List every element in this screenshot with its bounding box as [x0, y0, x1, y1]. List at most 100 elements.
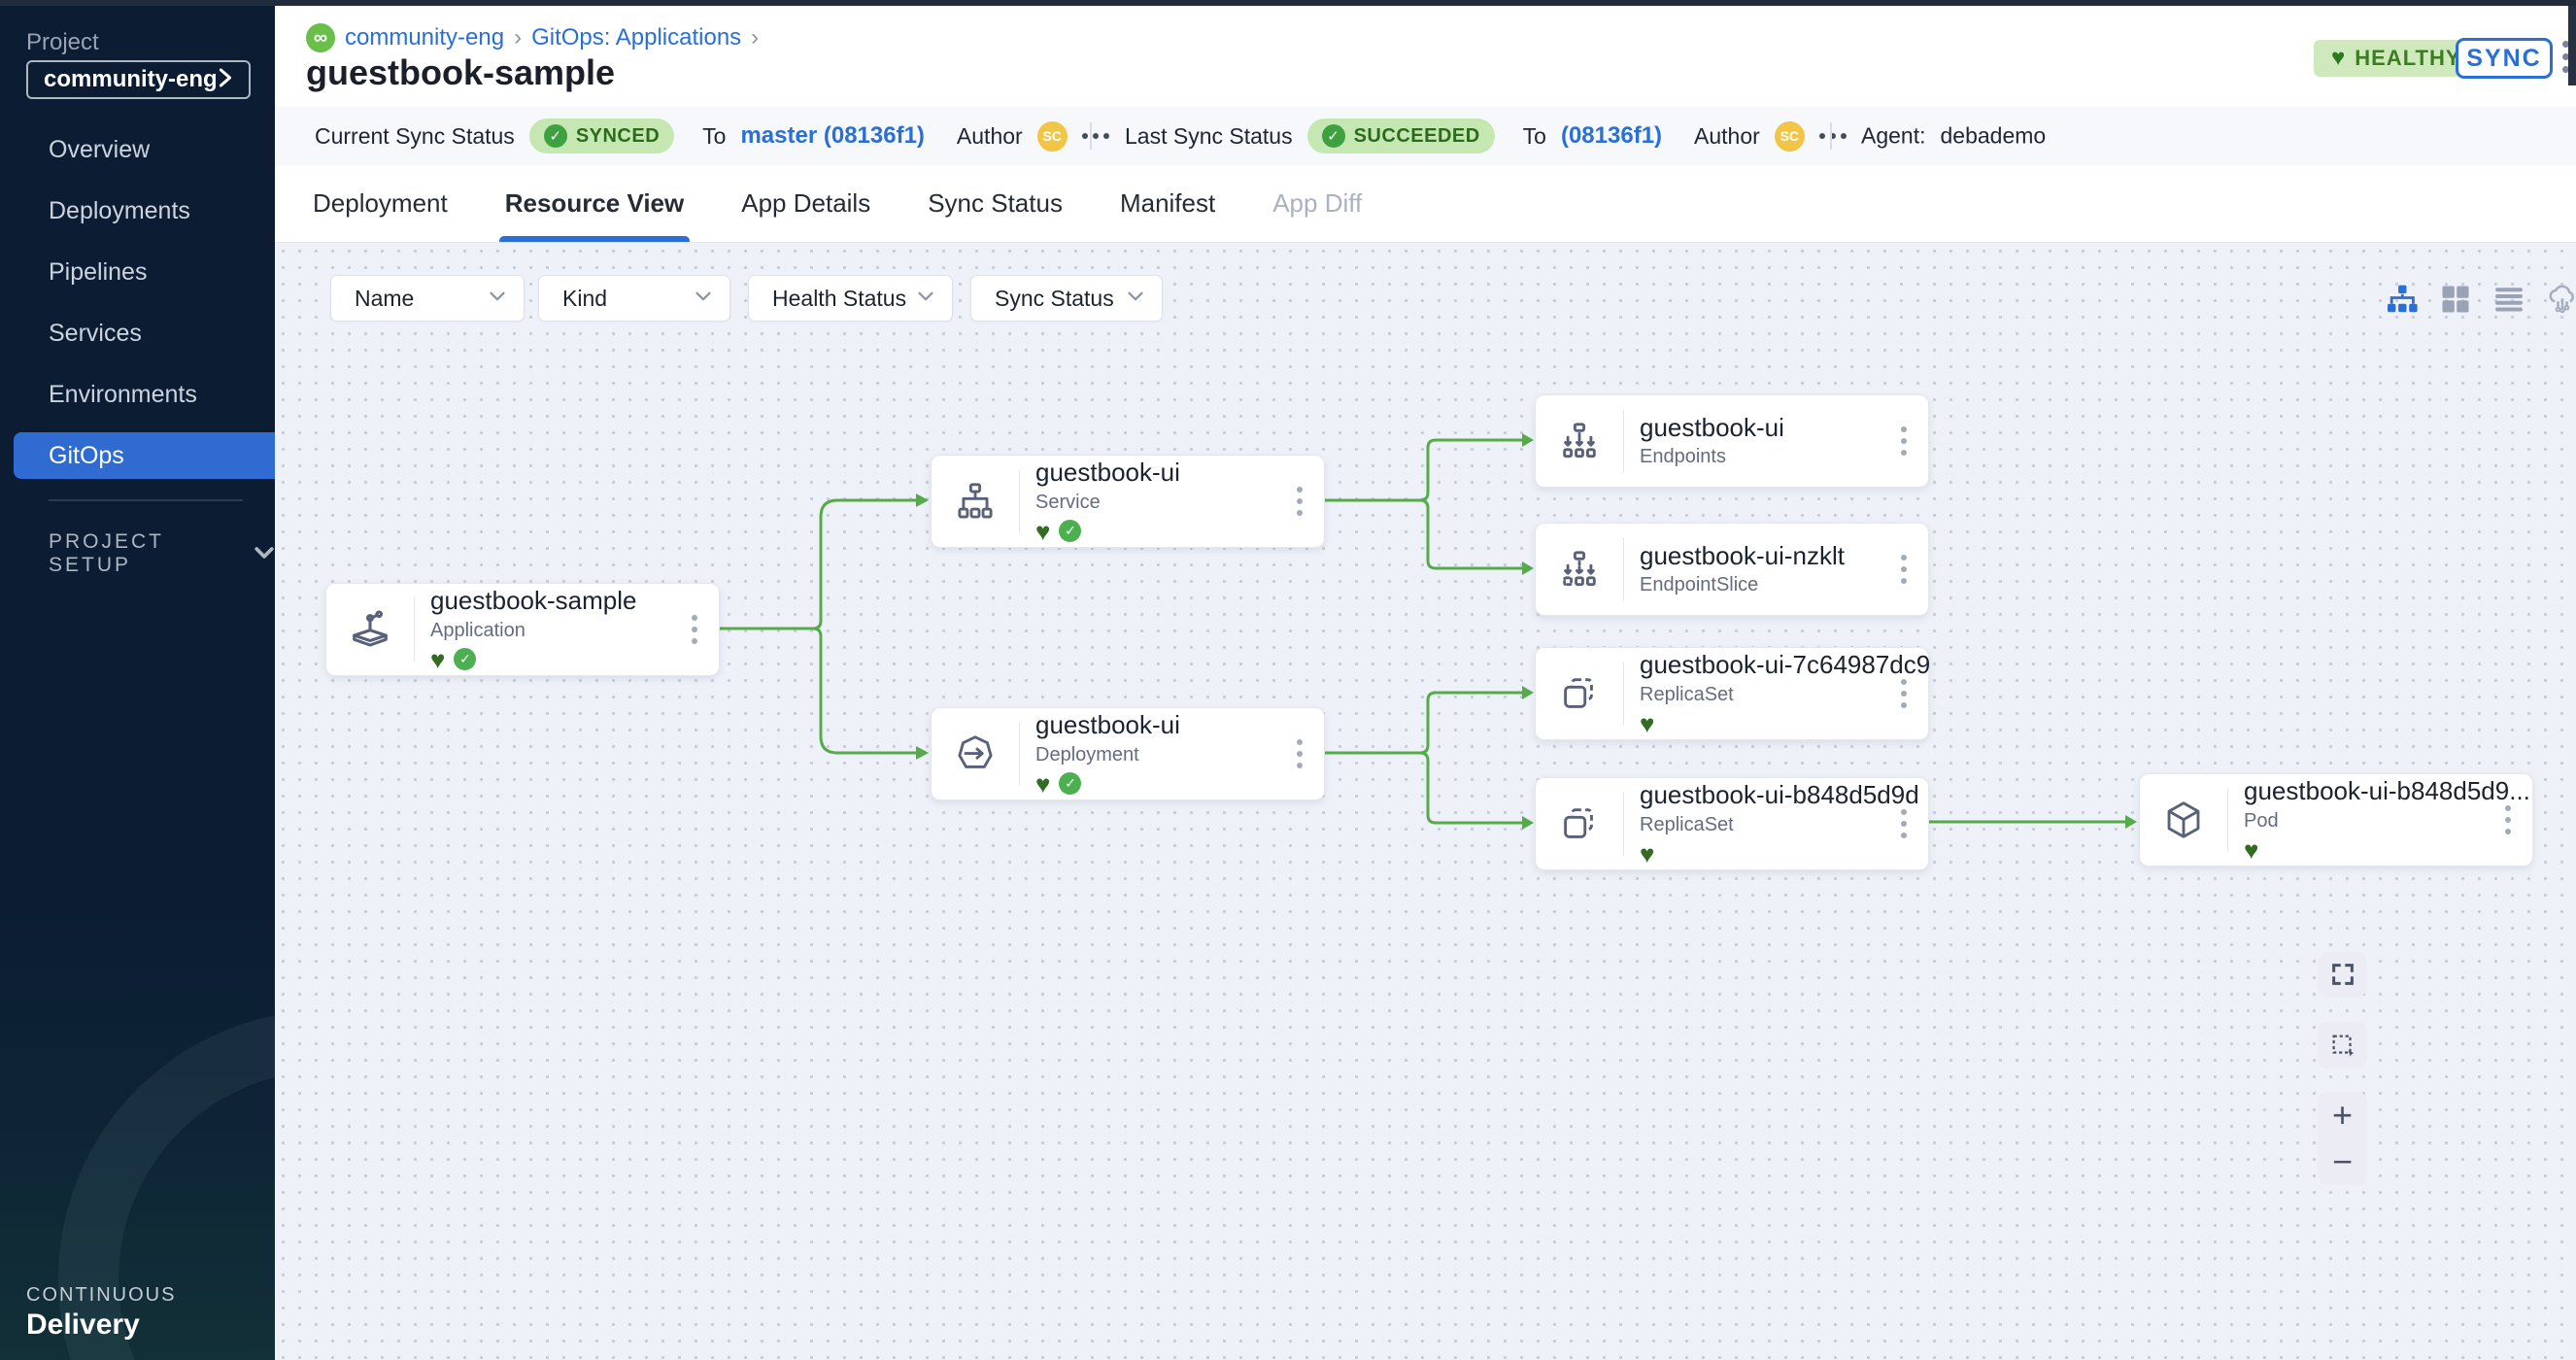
sidebar-item-overview[interactable]: Overview	[0, 126, 275, 173]
endpoints-icon	[1536, 419, 1623, 463]
current-revision-link[interactable]: master (08136f1)	[740, 122, 924, 150]
sidebar-item-gitops[interactable]: GitOps	[14, 432, 275, 479]
window-top-edge	[0, 0, 2576, 6]
health-filter-label: Health Status	[772, 286, 906, 312]
agent-label: Agent:	[1861, 123, 1926, 150]
node-replicaset-b848d5d9d[interactable]: guestbook-ui-b848d5d9d ReplicaSet ♥	[1535, 777, 1929, 870]
application-icon	[326, 607, 414, 652]
tab-sync-status[interactable]: Sync Status	[928, 165, 1063, 242]
project-label: Project	[26, 29, 99, 56]
node-application[interactable]: guestbook-sample Application ♥ ✓	[325, 583, 720, 676]
node-endpoints[interactable]: guestbook-ui Endpoints	[1535, 394, 1929, 488]
more-authors-button[interactable]	[1082, 133, 1109, 139]
node-replicaset-7c64987dc9[interactable]: guestbook-ui-7c64987dc9 ReplicaSet ♥	[1535, 647, 1929, 740]
select-region-button[interactable]	[2318, 1022, 2367, 1069]
resource-graph-canvas[interactable]: Name Kind Health Status Sync Status	[275, 243, 2576, 1360]
healthy-heart-icon: ♥	[1035, 519, 1050, 544]
node-deployment[interactable]: guestbook-ui Deployment ♥ ✓	[931, 707, 1325, 800]
last-revision-link[interactable]: (08136f1)	[1561, 122, 1662, 150]
marquee-select-icon	[2328, 1031, 2357, 1060]
sidebar: Project community-eng Overview Deploymen…	[0, 0, 275, 1360]
sync-filter-label: Sync Status	[995, 286, 1114, 312]
fullscreen-button[interactable]	[2318, 952, 2367, 997]
name-filter-dropdown[interactable]: Name	[330, 275, 525, 322]
vertical-scrollbar-thumb[interactable]	[2568, 6, 2576, 85]
chevron-down-icon	[489, 289, 506, 307]
health-status-filter-dropdown[interactable]: Health Status	[748, 275, 953, 322]
node-kind: ReplicaSet	[1640, 684, 1893, 706]
sidebar-item-environments[interactable]: Environments	[0, 371, 275, 418]
name-filter-label: Name	[355, 286, 414, 312]
current-sync-label: Current Sync Status	[315, 123, 515, 150]
grid-view-icon[interactable]	[2438, 282, 2473, 317]
project-setup-toggle[interactable]: PROJECT SETUP	[49, 530, 275, 577]
healthy-heart-icon: ♥	[1035, 771, 1050, 797]
sidebar-item-deployments[interactable]: Deployments	[0, 187, 275, 234]
node-menu-button[interactable]	[1893, 555, 1928, 584]
node-menu-button[interactable]	[1289, 739, 1324, 768]
node-menu-button[interactable]	[1289, 487, 1324, 516]
project-selector[interactable]: community-eng	[26, 60, 251, 99]
healthy-heart-icon: ♥	[430, 647, 445, 672]
agent-name: debademo	[1941, 123, 2047, 150]
node-kind: EndpointSlice	[1640, 574, 1893, 596]
node-service[interactable]: guestbook-ui Service ♥ ✓	[931, 455, 1325, 548]
node-menu-button[interactable]	[1893, 426, 1928, 456]
node-menu-button[interactable]	[1893, 679, 1928, 708]
sync-button[interactable]: SYNC	[2456, 38, 2553, 79]
tab-app-details[interactable]: App Details	[741, 165, 870, 242]
breadcrumb-project-link[interactable]: community-eng	[345, 24, 504, 51]
tab-manifest[interactable]: Manifest	[1120, 165, 1215, 242]
sidebar-item-services[interactable]: Services	[0, 310, 275, 357]
zoom-in-button[interactable]: +	[2332, 1098, 2353, 1133]
health-status-label: HEALTHY	[2355, 46, 2460, 71]
node-menu-button[interactable]	[684, 615, 719, 644]
node-pod[interactable]: guestbook-ui-b848d5d9... Pod ♥	[2139, 773, 2533, 867]
synced-check-icon: ✓	[1059, 520, 1081, 542]
succeeded-badge-label: SUCCEEDED	[1354, 125, 1480, 148]
node-title: guestbook-ui-b848d5d9d	[1640, 781, 1893, 810]
breadcrumb-separator: ›	[751, 24, 759, 51]
synced-check-icon: ✓	[1059, 772, 1081, 795]
sidebar-item-label: Overview	[49, 136, 150, 164]
sync-status-filter-dropdown[interactable]: Sync Status	[970, 275, 1163, 322]
pod-icon	[2140, 798, 2227, 842]
kind-filter-label: Kind	[562, 286, 607, 312]
node-menu-button[interactable]	[2497, 805, 2532, 834]
sidebar-item-label: Environments	[49, 381, 197, 409]
to-label: To	[702, 123, 726, 150]
more-authors-button[interactable]	[1819, 133, 1847, 139]
zoom-controls: + −	[2318, 1092, 2367, 1185]
chevron-down-icon	[695, 289, 712, 307]
author-label: Author	[957, 123, 1023, 150]
node-menu-button[interactable]	[1893, 809, 1928, 838]
health-status-badge: ♥ HEALTHY	[2314, 40, 2479, 77]
kind-filter-dropdown[interactable]: Kind	[538, 275, 730, 322]
chevron-down-icon	[1127, 289, 1144, 307]
list-view-icon[interactable]	[2491, 282, 2526, 317]
gitops-logo-icon: ∞	[306, 23, 335, 52]
network-map-icon[interactable]	[2545, 282, 2576, 317]
view-mode-switcher	[2385, 282, 2562, 317]
node-title: guestbook-ui-nzklt	[1640, 542, 1893, 571]
project-selector-value: community-eng	[44, 66, 218, 93]
chevron-right-icon	[218, 66, 233, 94]
sidebar-item-label: Deployments	[49, 197, 190, 225]
tab-deployment[interactable]: Deployment	[313, 165, 448, 242]
tab-resource-view[interactable]: Resource View	[505, 165, 685, 242]
heart-icon: ♥	[2331, 47, 2345, 70]
tab-app-diff[interactable]: App Diff	[1272, 165, 1362, 242]
zoom-out-button[interactable]: −	[2332, 1144, 2353, 1179]
breadcrumb-separator: ›	[514, 24, 522, 51]
endpointslice-icon	[1536, 547, 1623, 592]
sidebar-item-pipelines[interactable]: Pipelines	[0, 249, 275, 295]
breadcrumb-section-link[interactable]: GitOps: Applications	[531, 24, 741, 51]
tree-view-icon[interactable]	[2385, 282, 2420, 317]
sidebar-item-label: Services	[49, 320, 142, 348]
author-avatar: SC	[1037, 121, 1068, 152]
agent-group: Agent: debademo	[1861, 123, 2046, 150]
brand-line-1: CONTINUOUS	[26, 1284, 176, 1307]
node-endpointslice[interactable]: guestbook-ui-nzklt EndpointSlice	[1535, 523, 1929, 616]
node-kind: Application	[430, 620, 684, 642]
node-kind: Deployment	[1035, 744, 1289, 766]
